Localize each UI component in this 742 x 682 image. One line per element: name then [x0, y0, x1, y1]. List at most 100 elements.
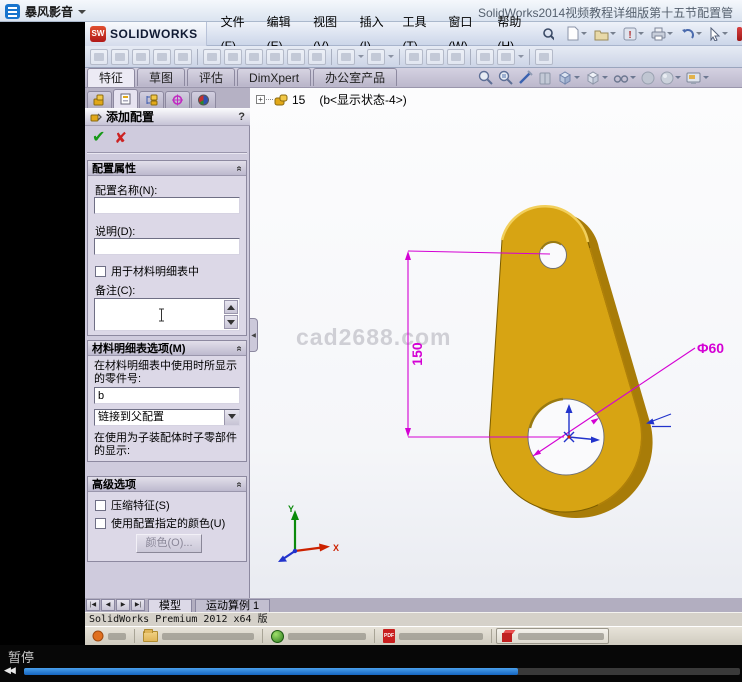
- chevron-down-icon: [78, 10, 86, 18]
- panel-collapse-handle[interactable]: ◀: [250, 318, 258, 352]
- scroll-down-button[interactable]: [224, 315, 238, 329]
- view-orientation-button[interactable]: [585, 70, 608, 85]
- toolbar-icon[interactable]: [90, 49, 108, 65]
- toolbar-icon[interactable]: [132, 49, 150, 65]
- toolbar-icon[interactable]: [174, 49, 192, 65]
- toolbar-icon[interactable]: [337, 49, 355, 65]
- zoom-area-button[interactable]: [498, 70, 513, 85]
- tab-dimxpert-manager[interactable]: [165, 91, 190, 108]
- rebuild-button[interactable]: !: [621, 26, 646, 42]
- toolbar-separator: [399, 49, 400, 65]
- ok-button[interactable]: ✔: [92, 130, 105, 146]
- tab-motion-study[interactable]: 运动算例 1: [195, 599, 270, 612]
- toolbar-icon[interactable]: [426, 49, 444, 65]
- tab-office-products[interactable]: 办公室产品: [313, 68, 397, 86]
- view-settings-monitor-button[interactable]: [686, 71, 709, 85]
- toolbar-icon[interactable]: [405, 49, 423, 65]
- taskbar-item[interactable]: [88, 628, 130, 644]
- view-settings-button[interactable]: [538, 71, 552, 85]
- taskbar-item-active[interactable]: [496, 628, 609, 644]
- print-button[interactable]: [649, 26, 675, 42]
- taskbar-item[interactable]: [267, 628, 370, 644]
- suppress-features-label: 压缩特征(S): [111, 497, 170, 513]
- tab-scroll-prev-button[interactable]: ◀: [101, 599, 115, 611]
- cancel-button[interactable]: ✘: [114, 131, 127, 146]
- suppress-features-checkbox[interactable]: [95, 500, 106, 511]
- bom-use-row: 用于材料明细表中: [95, 263, 199, 279]
- tab-model[interactable]: 模型: [148, 599, 192, 612]
- collapse-icon[interactable]: «: [234, 345, 245, 351]
- taskbar-item[interactable]: [139, 628, 258, 644]
- toolbar-icon[interactable]: [203, 49, 221, 65]
- quick-toolbar: !: [564, 25, 742, 42]
- color-button[interactable]: 颜色(O)...: [136, 534, 202, 553]
- tab-configuration-manager[interactable]: [139, 91, 164, 108]
- dimension-phi60-text: Φ60: [697, 340, 724, 356]
- derive-from-dropdown[interactable]: 链接到父配置: [94, 409, 240, 426]
- edit-appearance-button[interactable]: [641, 71, 655, 85]
- dropdown-arrow-button[interactable]: [224, 410, 239, 425]
- toolbar-icon[interactable]: [476, 49, 494, 65]
- toolbar-icon[interactable]: [308, 49, 326, 65]
- rebuild-icon: !: [623, 27, 637, 41]
- toolbar-icon[interactable]: [111, 49, 129, 65]
- toolbar-icon[interactable]: [245, 49, 263, 65]
- toolbar-icon[interactable]: [287, 49, 305, 65]
- command-tabs-bar: 特征 草图 评估 DimXpert 办公室产品: [85, 68, 742, 88]
- collapse-icon[interactable]: «: [234, 481, 245, 487]
- tab-feature-manager[interactable]: [87, 91, 112, 108]
- toolbar-more-icon[interactable]: [737, 27, 742, 41]
- tab-scroll-next-button[interactable]: ▶: [116, 599, 130, 611]
- tab-property-manager[interactable]: [113, 89, 138, 108]
- tab-features[interactable]: 特征: [87, 68, 135, 87]
- description-input[interactable]: [94, 238, 240, 255]
- tab-scroll-first-button[interactable]: |◀: [86, 599, 100, 611]
- config-name-input[interactable]: [94, 197, 240, 214]
- comment-textarea[interactable]: [94, 298, 240, 331]
- part-number-input[interactable]: [94, 387, 240, 404]
- taskbar-item[interactable]: PDF: [379, 628, 487, 644]
- solidworks-logo-icon: SW: [90, 26, 106, 42]
- pdf-icon: PDF: [383, 629, 395, 643]
- chevron-down-icon: [518, 55, 524, 61]
- toolbar-icon[interactable]: [153, 49, 171, 65]
- tab-dimxpert[interactable]: DimXpert: [237, 68, 311, 86]
- help-button[interactable]: ?: [238, 111, 245, 123]
- section-view-button[interactable]: [518, 70, 533, 85]
- bom-use-checkbox[interactable]: [95, 266, 106, 277]
- apply-scene-button[interactable]: [660, 71, 681, 85]
- new-document-button[interactable]: [564, 25, 589, 42]
- chevron-down-icon: [696, 32, 702, 38]
- rewind-icon[interactable]: ◀◀: [4, 665, 14, 676]
- toolbar-icon[interactable]: [447, 49, 465, 65]
- add-configuration-icon: [90, 111, 102, 123]
- toolbar-icon[interactable]: [535, 49, 553, 65]
- display-style-button[interactable]: [557, 70, 580, 85]
- part-number-hint: 在材料明细表中使用时所显示的零件号:: [94, 360, 244, 386]
- use-color-checkbox[interactable]: [95, 518, 106, 529]
- tab-sketch[interactable]: 草图: [137, 68, 185, 86]
- search-icon[interactable]: [542, 27, 554, 41]
- tab-evaluate[interactable]: 评估: [187, 68, 235, 86]
- hide-show-items-button[interactable]: [613, 71, 636, 85]
- tab-scroll-last-button[interactable]: ▶|: [131, 599, 145, 611]
- toolbar-icon[interactable]: [497, 49, 515, 65]
- scroll-up-button[interactable]: [224, 300, 238, 314]
- display-style-cube-icon: [557, 70, 573, 85]
- undo-button[interactable]: [678, 26, 704, 42]
- player-menu-button[interactable]: 暴风影音: [5, 3, 86, 20]
- graphics-viewport[interactable]: cad2688.com: [250, 88, 742, 598]
- feature-tree-item[interactable]: + 15 (b<显示状态-4>): [256, 91, 407, 108]
- open-button[interactable]: [592, 26, 618, 42]
- collapse-icon[interactable]: «: [234, 165, 245, 171]
- progress-bar-track[interactable]: [24, 668, 740, 675]
- property-manager-icon: [119, 93, 132, 105]
- tab-display-manager[interactable]: [191, 91, 216, 108]
- zoom-fit-button[interactable]: [478, 70, 493, 85]
- select-button[interactable]: [707, 26, 730, 42]
- expand-icon[interactable]: +: [256, 95, 265, 104]
- section-view-icon: [518, 70, 533, 85]
- toolbar-icon[interactable]: [224, 49, 242, 65]
- toolbar-icon[interactable]: [266, 49, 284, 65]
- toolbar-icon[interactable]: [367, 49, 385, 65]
